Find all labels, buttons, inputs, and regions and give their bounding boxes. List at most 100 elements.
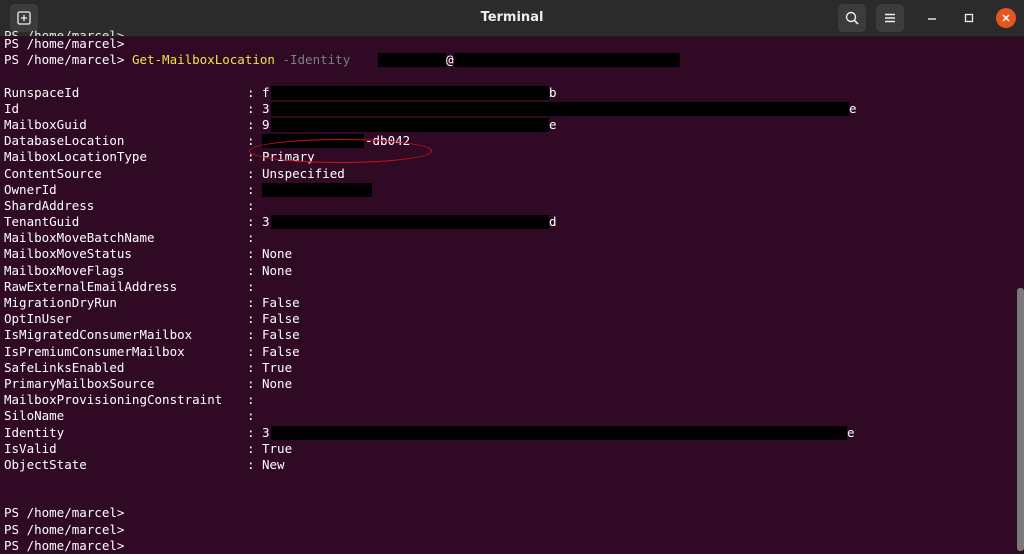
row-key: SafeLinksEnabled [4, 359, 125, 375]
scrollbar-thumb[interactable] [1017, 288, 1024, 551]
output-row: RawExternalEmailAddress: [4, 279, 1014, 295]
command-param: -Identity [282, 52, 351, 68]
output-row: ObjectState: New [4, 457, 1014, 473]
row-separator: : [247, 359, 255, 375]
output-row: RunspaceId: f b [4, 85, 1014, 101]
row-value: 3 [262, 424, 270, 440]
row-key: TenantGuid [4, 214, 80, 230]
row-key: MailboxMoveStatus [4, 246, 132, 262]
output-row: PrimaryMailboxSource: None [4, 376, 1014, 392]
row-key: OwnerId [4, 181, 57, 197]
output-row: MailboxLocationType: Primary [4, 149, 1014, 165]
output-row: MailboxMoveBatchName: [4, 230, 1014, 246]
row-key: SiloName [4, 408, 65, 424]
row-key: Identity [4, 424, 65, 440]
row-separator: : [247, 343, 255, 359]
output-row: ShardAddress: [4, 198, 1014, 214]
output-row: OptInUser: False [4, 311, 1014, 327]
row-value: Unspecified [262, 165, 345, 181]
output-row: ContentSource: Unspecified [4, 166, 1014, 182]
row-key: ShardAddress [4, 197, 95, 213]
new-tab-icon [17, 11, 31, 25]
row-key: RunspaceId [4, 84, 80, 100]
row-value: New [262, 456, 285, 472]
maximize-button[interactable] [957, 6, 981, 30]
redacted-block [275, 425, 847, 440]
highlight-circle [249, 139, 432, 163]
row-value: False [262, 295, 300, 310]
row-separator: : [247, 100, 255, 116]
close-button[interactable] [996, 8, 1016, 28]
row-value: True [262, 440, 293, 456]
output-row: IsValid: True [4, 441, 1014, 457]
row-separator: : [247, 181, 255, 197]
row-key: MailboxLocationType [4, 149, 147, 165]
output-row: Id:3 e [4, 101, 1014, 117]
output-row: MailboxMoveStatus: None [4, 246, 1014, 262]
redacted-block [275, 101, 849, 116]
row-value-suffix: b [549, 84, 557, 100]
row-value: None [262, 246, 293, 262]
row-separator: : [247, 456, 255, 472]
output-row: SiloName: [4, 408, 1014, 424]
row-value: 3 [262, 214, 270, 230]
row-separator: : [247, 214, 255, 230]
output-row: MailboxMoveFlags: None [4, 263, 1014, 279]
row-value: False [262, 343, 300, 359]
output-row: SafeLinksEnabled: True [4, 360, 1014, 376]
row-value: False [262, 311, 300, 327]
row-key: PrimaryMailboxSource [4, 375, 155, 391]
row-value: 9 [262, 116, 270, 132]
row-separator: : [247, 116, 255, 132]
minimize-button[interactable] [920, 6, 944, 30]
row-key: MailboxMoveBatchName [4, 230, 155, 246]
prompt-line: PS /home/marcel> [4, 521, 125, 537]
minimize-icon [928, 18, 936, 20]
row-separator: : [247, 84, 255, 100]
output-row: MailboxGuid:9 e [4, 117, 1014, 133]
output-row: IsMigratedConsumerMailbox: False [4, 327, 1014, 343]
row-value: True [262, 359, 293, 375]
row-separator: : [247, 424, 255, 440]
output-row: MigrationDryRun: False [4, 295, 1014, 311]
command-line: PS /home/marcel> Get-MailboxLocation -Id… [4, 52, 1014, 68]
row-value: f [262, 84, 270, 100]
redacted-block [378, 53, 446, 68]
identity-at: @ [446, 52, 454, 68]
row-value-suffix: e [847, 424, 855, 440]
row-separator: : [247, 197, 255, 213]
row-value: None [262, 375, 293, 391]
close-icon [1002, 14, 1010, 22]
output-row: Identity:3 e [4, 425, 1014, 441]
row-separator: : [247, 262, 255, 278]
row-separator: : [247, 230, 255, 246]
output-row: TenantGuid:3 d [4, 214, 1014, 230]
output-row: MailboxProvisioningConstraint: [4, 392, 1014, 408]
row-key: MailboxMoveFlags [4, 262, 125, 278]
output-row: DatabaseLocation: -db042 [4, 133, 1014, 149]
redacted-block [454, 53, 680, 68]
row-key: IsPremiumConsumerMailbox [4, 343, 185, 359]
redacted-block [262, 182, 372, 197]
hamburger-icon [885, 13, 895, 23]
search-icon [845, 11, 859, 25]
row-key: IsMigratedConsumerMailbox [4, 327, 193, 343]
row-value-suffix: d [549, 214, 557, 230]
prompt-line: PS /home/marcel> [4, 36, 125, 51]
row-separator: : [247, 392, 255, 408]
row-separator: : [247, 246, 255, 262]
row-value-suffix: e [849, 100, 857, 116]
row-separator: : [247, 327, 255, 343]
terminal-output[interactable]: PS /home/marcel> PS /home/marcel> PS /ho… [4, 28, 1014, 554]
row-key: MailboxGuid [4, 116, 87, 132]
row-value-suffix: e [549, 116, 557, 132]
prompt-line: PS /home/marcel> [4, 505, 125, 521]
row-key: OptInUser [4, 311, 72, 327]
output-row: OwnerId: [4, 182, 1014, 198]
row-key: DatabaseLocation [4, 133, 125, 149]
prompt-line-partial: PS /home/marcel> [4, 28, 125, 36]
redacted-block [275, 85, 549, 100]
